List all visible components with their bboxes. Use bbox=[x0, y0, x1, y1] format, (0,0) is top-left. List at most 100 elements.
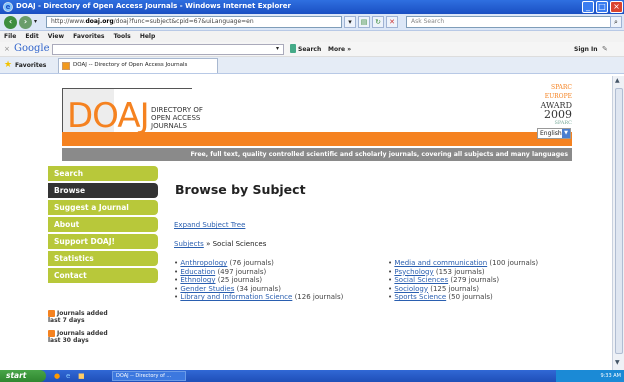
list-item: • Social Sciences (279 journals) bbox=[388, 276, 500, 284]
nav-search[interactable]: Search bbox=[48, 166, 158, 181]
address-toolbar: ‹ › ▾ http://www.doaj.org/doaj?func=subj… bbox=[0, 14, 624, 31]
google-search-icon bbox=[290, 44, 296, 53]
browser-tab-title: DOAJ -- Directory of Open Access Journal… bbox=[73, 62, 188, 68]
menu-tools[interactable]: Tools bbox=[114, 33, 131, 40]
scroll-up-icon[interactable]: ▲ bbox=[615, 77, 620, 84]
google-search-input[interactable] bbox=[52, 44, 284, 55]
logo-line-2: OPEN ACCESS bbox=[151, 114, 201, 122]
menu-bar: File Edit View Favorites Tools Help bbox=[0, 31, 624, 42]
google-search-button[interactable]: Search bbox=[298, 46, 321, 53]
language-dropdown-icon: ▼ bbox=[562, 129, 570, 138]
subject-list-left: • Anthropology (76 journals) • Education… bbox=[174, 259, 343, 302]
google-dropdown-icon[interactable]: ▾ bbox=[276, 45, 279, 52]
language-select[interactable]: English ▼ bbox=[537, 128, 571, 139]
list-item: • Education (497 journals) bbox=[174, 267, 267, 276]
list-item: • Gender Studies (34 journals) bbox=[174, 284, 281, 293]
subject-link[interactable]: Education bbox=[180, 268, 215, 276]
breadcrumb-subjects[interactable]: Subjects bbox=[174, 240, 204, 248]
sparc-award-badge: SPARC EUROPE AWARD 2009 SPARC bbox=[508, 83, 573, 131]
breadcrumb: Subjects » Social Sciences bbox=[174, 240, 266, 248]
search-icon[interactable]: ⌕ bbox=[610, 16, 622, 28]
favorites-bar: ★ Favorites DOAJ -- Directory of Open Ac… bbox=[0, 57, 624, 74]
start-button[interactable]: start bbox=[0, 370, 46, 382]
subject-list-right: • Media and communication (100 journals)… bbox=[388, 259, 538, 302]
search-field[interactable]: Ask Search bbox=[406, 16, 614, 28]
orange-banner bbox=[62, 132, 572, 146]
subject-link[interactable]: Social Sciences bbox=[394, 276, 448, 284]
scrollbar-thumb[interactable] bbox=[615, 88, 623, 354]
menu-favorites[interactable]: Favorites bbox=[73, 33, 104, 40]
refresh-icon[interactable]: ↻ bbox=[372, 16, 384, 28]
subject-link[interactable]: Sports Science bbox=[394, 293, 446, 301]
list-item: • Anthropology (76 journals) bbox=[174, 259, 274, 267]
menu-edit[interactable]: Edit bbox=[25, 33, 38, 40]
google-more-button[interactable]: More » bbox=[328, 46, 351, 53]
nav-browse[interactable]: Browse bbox=[48, 183, 158, 198]
vertical-scrollbar[interactable]: ▲ ▼ bbox=[612, 76, 624, 370]
list-item: • Sports Science (50 journals) bbox=[388, 293, 493, 301]
subject-link[interactable]: Anthropology bbox=[180, 259, 227, 267]
wrench-icon[interactable]: ✎ bbox=[602, 45, 608, 53]
nav-support-doaj[interactable]: Support DOAJ! bbox=[48, 234, 158, 249]
breadcrumb-current: Social Sciences bbox=[212, 240, 267, 248]
google-toolbar: × Google ▾ Search More » Sign In ✎ bbox=[0, 42, 624, 57]
stop-icon[interactable]: ✕ bbox=[386, 16, 398, 28]
window-title: DOAJ - Directory of Open Access Journals… bbox=[16, 2, 291, 10]
subject-link[interactable]: Library and Information Science bbox=[180, 293, 292, 301]
breadcrumb-separator: » bbox=[206, 240, 211, 248]
clock: 9:33 AM bbox=[600, 373, 621, 379]
search-placeholder: Ask Search bbox=[411, 18, 445, 25]
subject-link[interactable]: Media and communication bbox=[394, 259, 487, 267]
minimize-button[interactable]: _ bbox=[582, 1, 594, 13]
list-item: • Sociology (125 journals) bbox=[388, 284, 480, 293]
list-item: • Library and Information Science (126 j… bbox=[174, 293, 344, 301]
address-dropdown-icon[interactable]: ▾ bbox=[344, 16, 356, 28]
url-prefix: http://www. bbox=[51, 18, 86, 25]
menu-view[interactable]: View bbox=[48, 33, 64, 40]
browser-tab[interactable]: DOAJ -- Directory of Open Access Journal… bbox=[58, 58, 218, 73]
back-button[interactable]: ‹ bbox=[4, 16, 17, 29]
maximize-button[interactable]: □ bbox=[596, 1, 608, 13]
quicklaunch-icon[interactable]: ● bbox=[54, 372, 60, 380]
doaj-logo-text: DIRECTORY OF OPEN ACCESS JOURNALS bbox=[151, 106, 203, 130]
menu-file[interactable]: File bbox=[4, 33, 16, 40]
expand-subject-tree-link[interactable]: Expand Subject Tree bbox=[174, 221, 245, 229]
nav-about[interactable]: About bbox=[48, 217, 158, 232]
nav-suggest-journal[interactable]: Suggest a Journal bbox=[48, 200, 158, 215]
close-button[interactable]: × bbox=[610, 1, 623, 13]
doaj-favicon-icon bbox=[62, 62, 70, 70]
favorites-label[interactable]: Favorites bbox=[15, 62, 46, 69]
google-signin-button[interactable]: Sign In bbox=[574, 46, 598, 53]
list-item: • Ethnology (25 journals) bbox=[174, 276, 263, 284]
subject-link[interactable]: Psychology bbox=[394, 268, 433, 276]
ie-logo-icon: e bbox=[3, 2, 13, 12]
windows-taskbar: start ● e ■ DOAJ -- Directory of ... 9:3… bbox=[0, 370, 624, 382]
quicklaunch-ie-icon[interactable]: e bbox=[66, 372, 70, 380]
journals-last-7-link[interactable]: Journals added last 7 days bbox=[48, 310, 112, 324]
award-brand: SPARC bbox=[554, 120, 572, 126]
toolbar-close-icon[interactable]: × bbox=[4, 45, 10, 53]
web-page: DOAJ DIRECTORY OF OPEN ACCESS JOURNALS S… bbox=[10, 76, 612, 370]
doaj-logo-letters: DOAJ bbox=[67, 96, 150, 136]
history-dropdown-icon[interactable]: ▾ bbox=[34, 18, 37, 25]
compatibility-icon[interactable]: ▤ bbox=[358, 16, 370, 28]
award-line-1: SPARC bbox=[550, 84, 572, 91]
scroll-down-icon[interactable]: ▼ bbox=[615, 359, 620, 366]
subject-link[interactable]: Ethnology bbox=[180, 276, 215, 284]
subject-link[interactable]: Sociology bbox=[394, 285, 428, 293]
journals-last-30-link[interactable]: Journals added last 30 days bbox=[48, 330, 112, 344]
subject-link[interactable]: Gender Studies bbox=[180, 285, 234, 293]
menu-help[interactable]: Help bbox=[140, 33, 155, 40]
quicklaunch-folder-icon[interactable]: ■ bbox=[78, 372, 85, 380]
forward-button[interactable]: › bbox=[19, 16, 32, 29]
window-title-bar: DOAJ - Directory of Open Access Journals… bbox=[0, 0, 624, 14]
nav-contact[interactable]: Contact bbox=[48, 268, 158, 283]
nav-statistics[interactable]: Statistics bbox=[48, 251, 158, 266]
system-tray: 9:33 AM bbox=[556, 370, 624, 382]
tagline-bar: Free, full text, quality controlled scie… bbox=[62, 148, 572, 161]
logo-line-1: DIRECTORY OF bbox=[151, 106, 203, 114]
url-field[interactable]: http://www.doaj.org/doaj?func=subject&cp… bbox=[46, 16, 342, 28]
taskbar-ie-task[interactable]: DOAJ -- Directory of ... bbox=[112, 371, 186, 381]
favorites-star-icon[interactable]: ★ bbox=[4, 60, 12, 70]
list-item: • Psychology (153 journals) bbox=[388, 267, 485, 276]
